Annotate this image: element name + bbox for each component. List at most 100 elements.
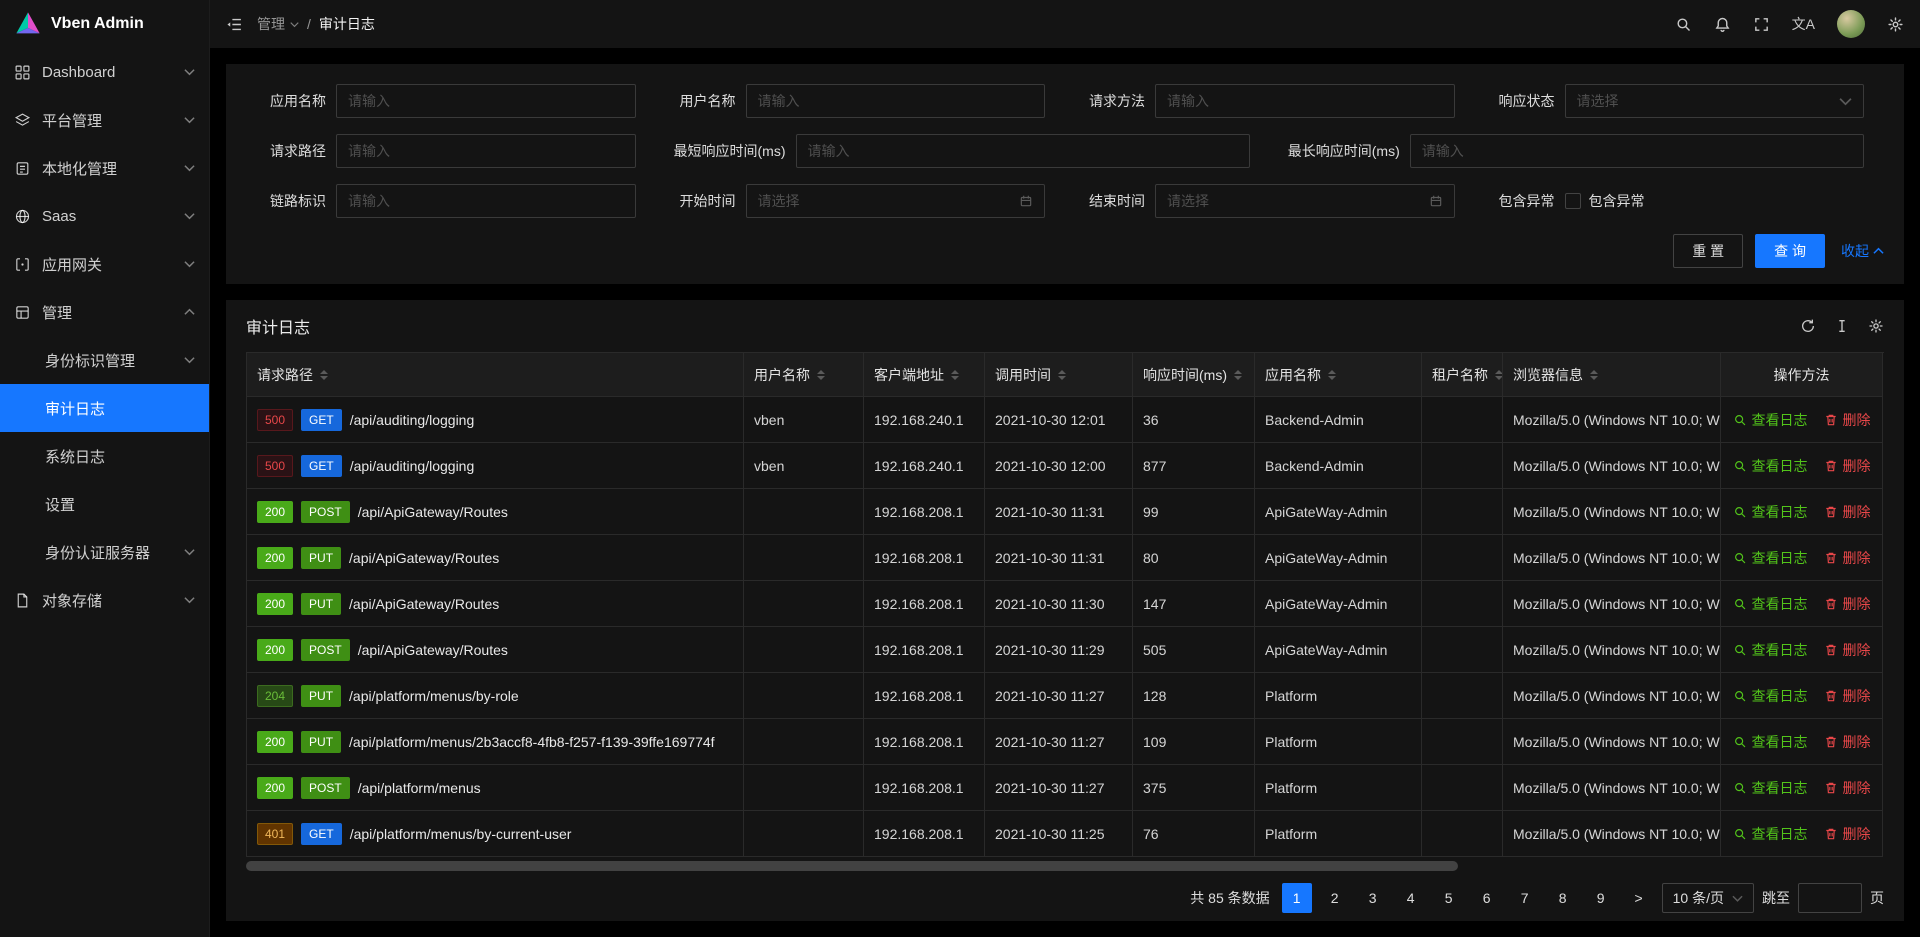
query-button[interactable]: 查 询 [1755, 234, 1825, 268]
request-path: /api/auditing/logging [350, 458, 475, 474]
sort-icon[interactable] [1328, 370, 1336, 380]
delete-label: 删除 [1843, 410, 1871, 430]
page-size-select[interactable]: 10 条/页 [1662, 883, 1754, 913]
breadcrumb-menu[interactable]: 管理 [257, 14, 299, 34]
sidebar-item-audit-log[interactable]: 审计日志 [0, 384, 209, 432]
sidebar-item-manage[interactable]: 管理 [0, 288, 209, 336]
page-button[interactable]: 1 [1282, 883, 1312, 913]
request-path-input[interactable] [336, 134, 636, 168]
column-header[interactable]: 浏览器信息 [1503, 353, 1721, 397]
delete-button[interactable]: 删除 [1824, 686, 1871, 706]
view-log-button[interactable]: 查看日志 [1733, 594, 1808, 614]
column-header[interactable]: 租户名称 [1422, 353, 1503, 397]
view-log-button[interactable]: 查看日志 [1733, 640, 1808, 660]
view-log-button[interactable]: 查看日志 [1733, 456, 1808, 476]
sidebar-item-identity-management[interactable]: 身份标识管理 [0, 336, 209, 384]
sidebar-item-saas[interactable]: Saas [0, 192, 209, 240]
delete-button[interactable]: 删除 [1824, 410, 1871, 430]
column-header[interactable]: 调用时间 [985, 353, 1133, 397]
sidebar-item-dashboard[interactable]: Dashboard [0, 48, 209, 96]
response-status-select[interactable]: 请选择 [1565, 84, 1865, 118]
delete-label: 删除 [1843, 548, 1871, 568]
sidebar-menu: Dashboard 平台管理 本地化管理 Saas 应用网关 [0, 48, 209, 937]
jump-page-input[interactable] [1798, 883, 1862, 913]
row-height-icon[interactable] [1834, 318, 1850, 334]
page-button[interactable]: 2 [1320, 883, 1350, 913]
sort-icon[interactable] [1590, 370, 1598, 380]
start-time-picker[interactable]: 请选择 [746, 184, 1046, 218]
collapse-link[interactable]: 收起 [1841, 241, 1884, 261]
view-log-label: 查看日志 [1752, 456, 1808, 476]
bell-icon[interactable] [1714, 16, 1731, 33]
view-log-button[interactable]: 查看日志 [1733, 548, 1808, 568]
delete-button[interactable]: 删除 [1824, 640, 1871, 660]
avatar[interactable] [1837, 10, 1865, 38]
request-method-input[interactable] [1155, 84, 1455, 118]
page-button[interactable]: 4 [1396, 883, 1426, 913]
include-exception-checkbox[interactable] [1565, 193, 1581, 209]
logo[interactable]: Vben Admin [0, 0, 209, 48]
delete-button[interactable]: 删除 [1824, 778, 1871, 798]
sort-icon[interactable] [1495, 370, 1503, 380]
user-name-input[interactable] [746, 84, 1046, 118]
page-button[interactable]: 6 [1472, 883, 1502, 913]
sidebar-item-localization[interactable]: 本地化管理 [0, 144, 209, 192]
end-time-picker[interactable]: 请选择 [1155, 184, 1455, 218]
sort-icon[interactable] [817, 370, 825, 380]
column-header[interactable]: 请求路径 [247, 353, 744, 397]
column-header[interactable]: 用户名称 [744, 353, 864, 397]
sidebar-item-object-storage[interactable]: 对象存储 [0, 576, 209, 624]
min-response-time-input[interactable] [796, 134, 1250, 168]
search-icon[interactable] [1675, 16, 1692, 33]
call-time-cell: 2021-10-30 11:25 [985, 811, 1133, 857]
delete-button[interactable]: 删除 [1824, 824, 1871, 844]
view-log-button[interactable]: 查看日志 [1733, 686, 1808, 706]
page-button[interactable]: 9 [1586, 883, 1616, 913]
column-header[interactable]: 客户端地址 [864, 353, 985, 397]
page-button[interactable]: 3 [1358, 883, 1388, 913]
sort-icon[interactable] [1058, 370, 1066, 380]
delete-button[interactable]: 删除 [1824, 594, 1871, 614]
menu-fold-icon[interactable] [226, 16, 243, 33]
delete-button[interactable]: 删除 [1824, 502, 1871, 522]
trash-icon [1824, 643, 1838, 657]
trace-id-input[interactable] [336, 184, 636, 218]
next-page-button[interactable]: > [1624, 883, 1654, 913]
view-log-button[interactable]: 查看日志 [1733, 410, 1808, 430]
sort-icon[interactable] [1234, 370, 1242, 380]
trash-icon [1824, 781, 1838, 795]
sidebar-item-auth-server[interactable]: 身份认证服务器 [0, 528, 209, 576]
field-label: 开始时间 [656, 191, 746, 211]
fullscreen-icon[interactable] [1753, 16, 1770, 33]
view-log-button[interactable]: 查看日志 [1733, 732, 1808, 752]
refresh-icon[interactable] [1800, 318, 1816, 334]
view-log-button[interactable]: 查看日志 [1733, 502, 1808, 522]
gear-icon[interactable] [1887, 16, 1904, 33]
max-response-time-input[interactable] [1410, 134, 1864, 168]
request-path: /api/ApiGateway/Routes [349, 550, 499, 566]
sidebar-item-platform[interactable]: 平台管理 [0, 96, 209, 144]
sidebar-item-gateway[interactable]: 应用网关 [0, 240, 209, 288]
page-button[interactable]: 7 [1510, 883, 1540, 913]
view-log-button[interactable]: 查看日志 [1733, 824, 1808, 844]
sidebar-item-settings[interactable]: 设置 [0, 480, 209, 528]
view-log-button[interactable]: 查看日志 [1733, 778, 1808, 798]
delete-button[interactable]: 删除 [1824, 732, 1871, 752]
status-badge: 200 [257, 501, 293, 523]
trash-icon [1824, 735, 1838, 749]
column-header[interactable]: 应用名称 [1255, 353, 1422, 397]
platform-icon [14, 112, 31, 129]
page-button[interactable]: 5 [1434, 883, 1464, 913]
app-name-input[interactable] [336, 84, 636, 118]
column-settings-icon[interactable] [1868, 318, 1884, 334]
sort-icon[interactable] [951, 370, 959, 380]
scrollbar-thumb[interactable] [246, 861, 1458, 871]
page-button[interactable]: 8 [1548, 883, 1578, 913]
sort-icon[interactable] [320, 370, 328, 380]
column-header[interactable]: 响应时间(ms) [1133, 353, 1255, 397]
delete-button[interactable]: 删除 [1824, 456, 1871, 476]
reset-button[interactable]: 重 置 [1673, 234, 1743, 268]
sidebar-item-system-log[interactable]: 系统日志 [0, 432, 209, 480]
delete-button[interactable]: 删除 [1824, 548, 1871, 568]
translate-icon[interactable]: 文A [1792, 14, 1815, 34]
